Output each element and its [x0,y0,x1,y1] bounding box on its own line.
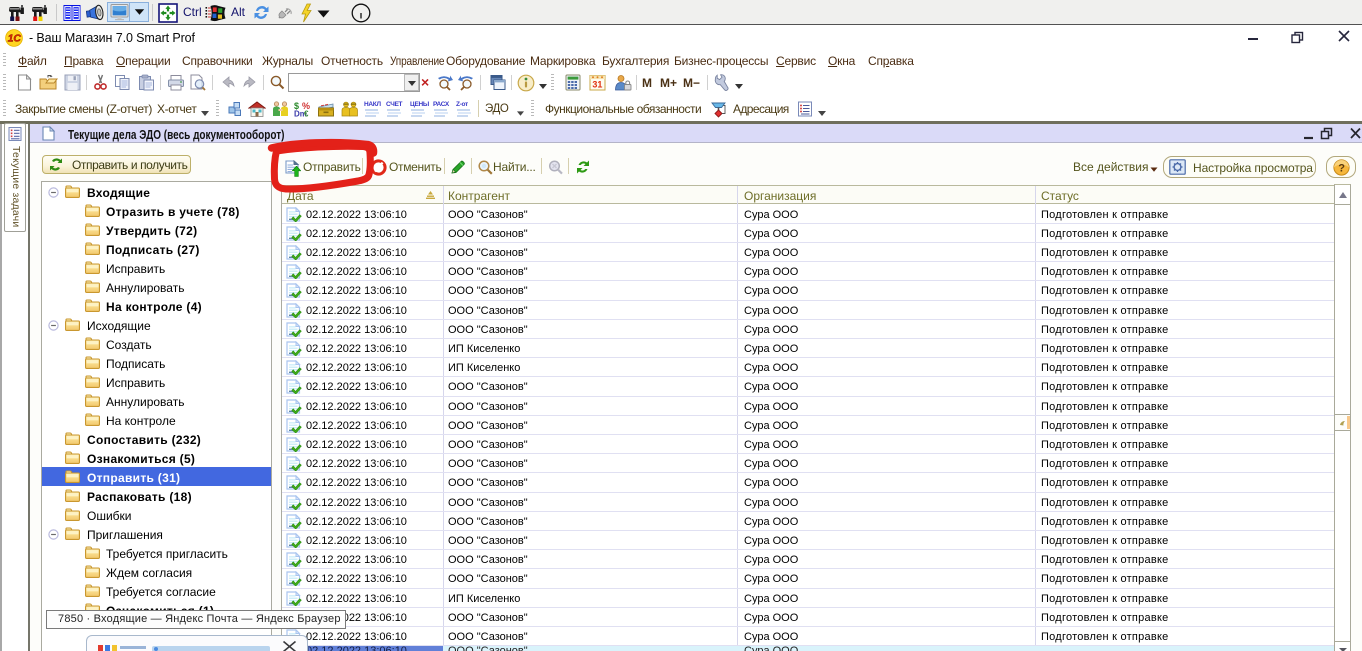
svg-text:€: € [304,110,309,118]
svg-text:31: 31 [592,80,602,90]
svg-text:?: ? [1338,163,1345,175]
svg-text:1С: 1С [8,33,22,45]
